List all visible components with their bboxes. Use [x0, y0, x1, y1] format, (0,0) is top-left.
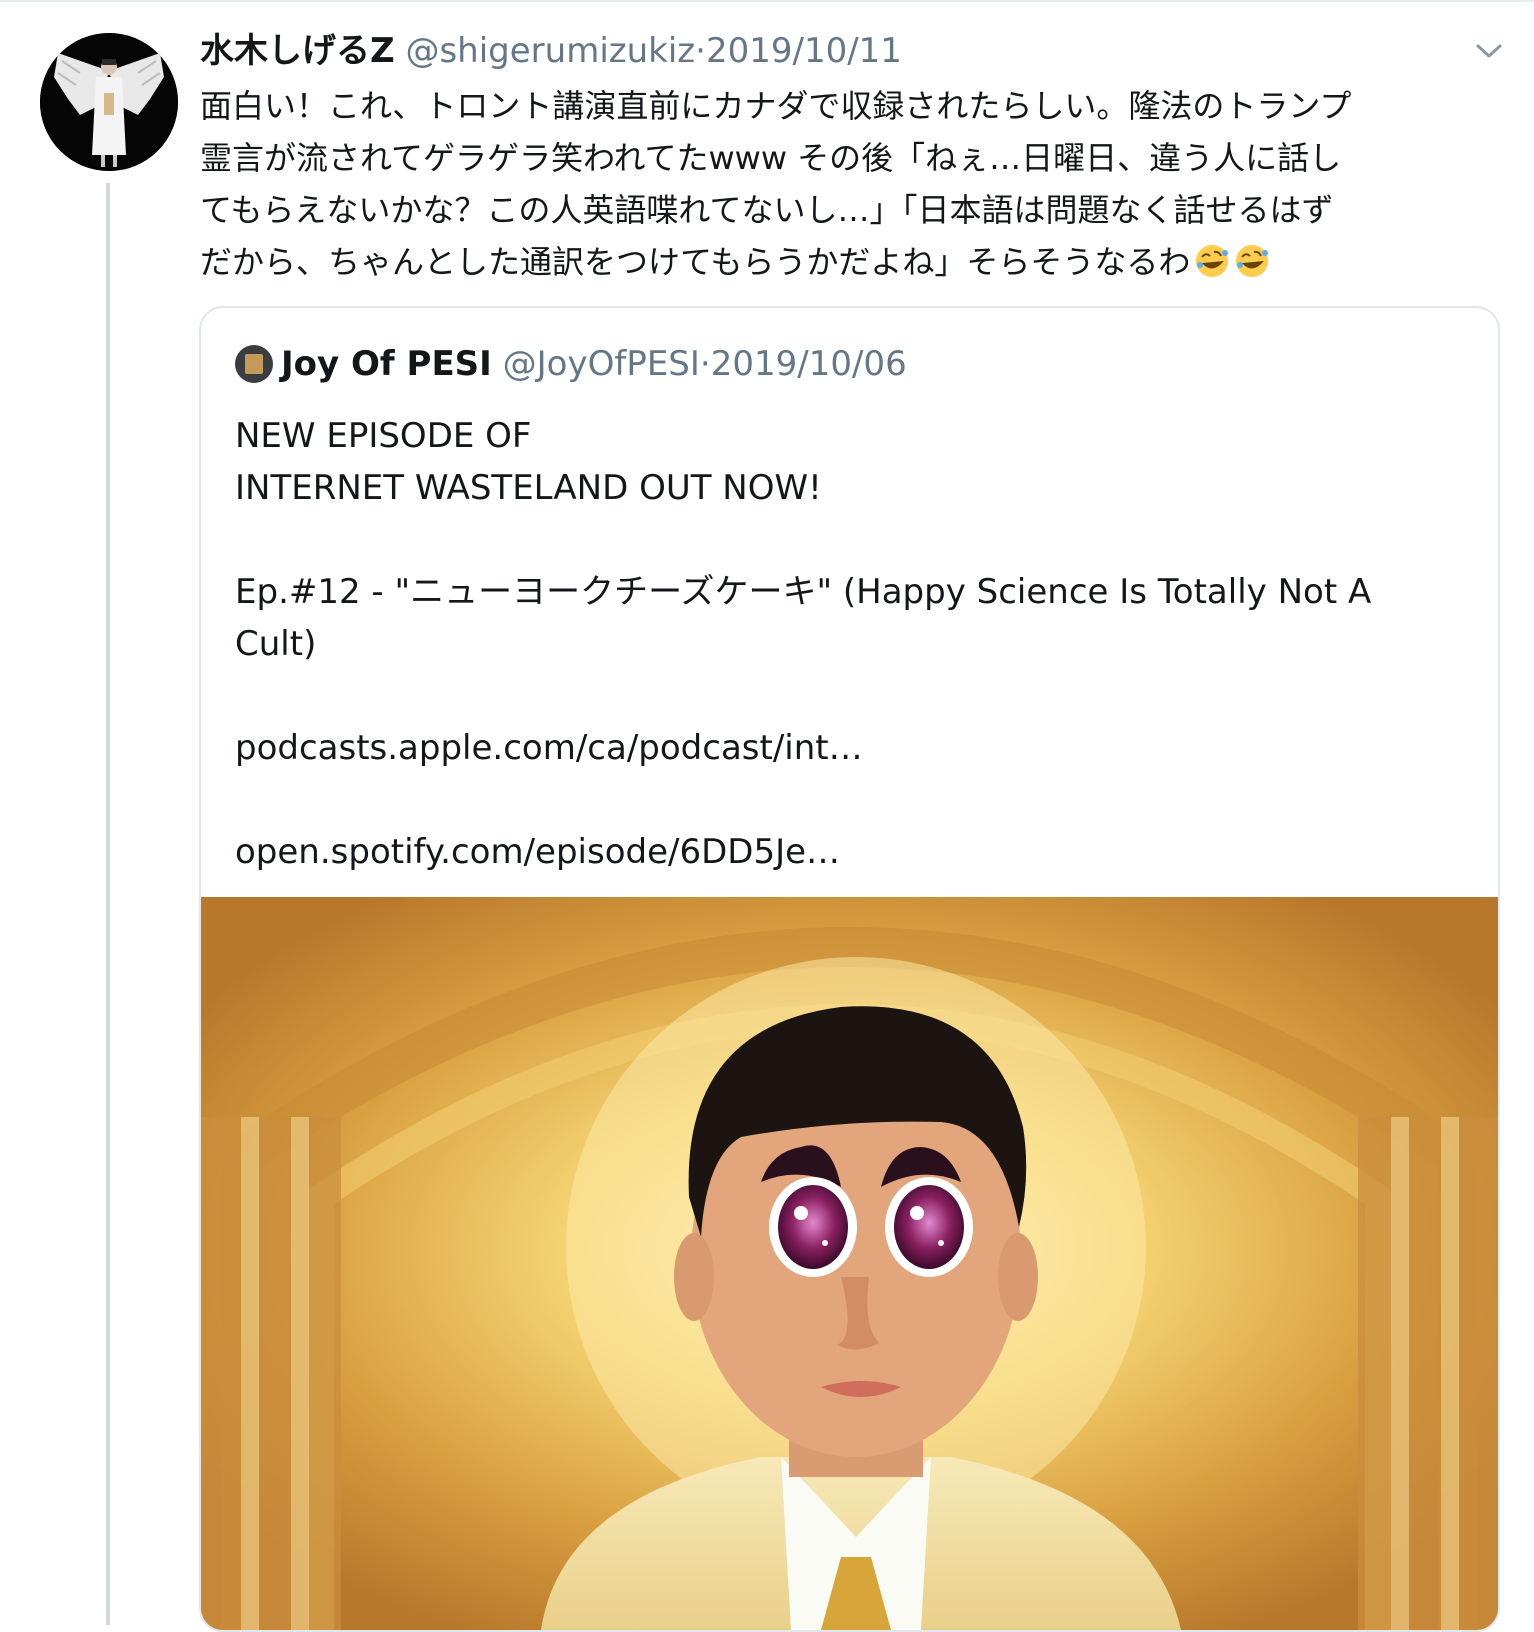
quoted-tweet-card[interactable]: Joy Of PESI @JoyOfPESI·2019/10/06 NEW EP…: [199, 306, 1500, 1632]
quoted-user-handle: @JoyOfPESI: [502, 344, 700, 384]
tweet-text-line: てもらえないかな？この人英語喋れてないし…」「日本語は問題なく話せるはず: [200, 191, 1334, 229]
tweet-text-line-last: だから、ちゃんとした通訳をつけてもらうかだよね」そらそうなるわ: [200, 236, 1500, 288]
quoted-text-blank: [235, 670, 1465, 722]
apple-podcast-link: podcasts.apple.com/ca/podcast/int…: [235, 728, 863, 768]
quoted-text-line: INTERNET WASTELAND OUT NOW!: [235, 468, 822, 508]
author-avatar[interactable]: [40, 33, 178, 171]
top-divider: [0, 0, 1534, 2]
quoted-tweet-date: 2019/10/06: [710, 344, 907, 384]
quoted-tweet-header: Joy Of PESI @JoyOfPESI·2019/10/06: [235, 342, 907, 386]
media-image: [201, 897, 1498, 1630]
rolling-on-floor-laughing-emoji: [1236, 245, 1269, 277]
quoted-author-avatar: [235, 345, 273, 383]
display-name[interactable]: 水木しげるZ: [200, 31, 395, 71]
tweet-text: 面白い！これ、トロント講演直前にカナダで収録されたらしい。隆法のトランプ 霊言が…: [200, 80, 1500, 288]
quoted-text-line: Ep.#12 - "ニューヨークチーズケーキ" (Happy Science I…: [235, 572, 1372, 612]
thread-line: [106, 183, 110, 1625]
tweet-text-line: 面白い！これ、トロント講演直前にカナダで収録されたらしい。隆法のトランプ: [200, 87, 1352, 125]
separator-dot: ·: [695, 31, 706, 71]
quoted-text-line: NEW EPISODE OF: [235, 416, 532, 456]
tweet-text-line: だから、ちゃんとした通訳をつけてもらうかだよね」そらそうなるわ: [200, 243, 1191, 281]
quoted-tweet-text: NEW EPISODE OF INTERNET WASTELAND OUT NO…: [235, 410, 1465, 878]
spotify-link: open.spotify.com/episode/6DD5Je…: [235, 832, 841, 872]
separator-dot: ·: [699, 344, 711, 384]
tweet-header: 水木しげるZ @shigerumizukiz·2019/10/11: [200, 28, 902, 74]
quoted-tweet-media[interactable]: [201, 897, 1498, 1630]
quoted-text-blank: [235, 774, 1465, 826]
rolling-on-floor-laughing-emoji: [1196, 245, 1229, 277]
tweet-text-line: 霊言が流されてゲラゲラ笑われてたwww その後「ねぇ…日曜日、違う人に話し: [200, 139, 1342, 177]
quoted-display-name: Joy Of PESI: [281, 344, 492, 384]
tweet-date[interactable]: 2019/10/11: [706, 31, 902, 71]
avatar-image: [40, 33, 178, 171]
quoted-text-blank: [235, 514, 1465, 566]
user-handle[interactable]: @shigerumizukiz: [405, 31, 695, 71]
quoted-text-line: Cult): [235, 624, 317, 664]
chevron-down-icon[interactable]: [1474, 40, 1504, 62]
